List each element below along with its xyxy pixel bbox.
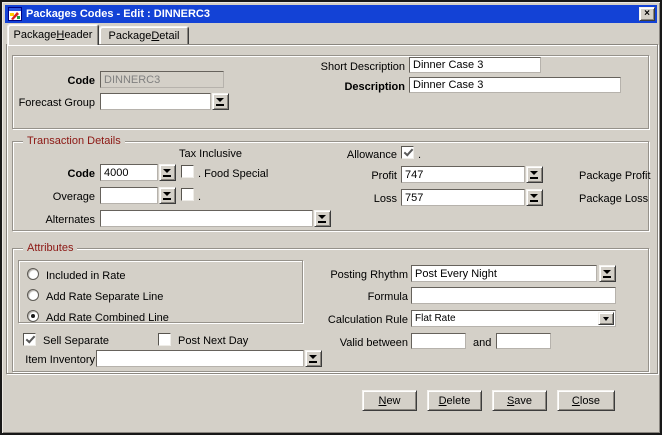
radio-add-rate-combined-line-label: Add Rate Combined Line: [46, 312, 169, 324]
transaction-code-lov-button[interactable]: [159, 164, 176, 181]
alternates-label: Alternates: [45, 214, 95, 226]
calculation-rule-dropdown[interactable]: Flat Rate: [411, 310, 616, 327]
and-label: and: [473, 337, 492, 349]
allowance-checkbox[interactable]: [401, 146, 414, 159]
post-next-day-label: Post Next Day: [178, 335, 249, 347]
tab-package-header[interactable]: Package Header: [7, 24, 99, 45]
lov-arrow-icon: [530, 193, 538, 202]
new-button[interactable]: New: [362, 390, 417, 411]
overage-checkbox-label: .: [198, 191, 202, 203]
app-icon: [8, 7, 22, 21]
profit-field[interactable]: [401, 166, 525, 183]
overage-checkbox[interactable]: [181, 188, 194, 201]
short-description-field[interactable]: [409, 57, 541, 73]
transaction-code-field[interactable]: [100, 164, 158, 181]
formula-label: Formula: [367, 291, 408, 303]
description-field[interactable]: [409, 77, 621, 93]
posting-rhythm-lov-button[interactable]: [599, 265, 616, 282]
calculation-rule-label: Calculation Rule: [327, 314, 408, 326]
title-bar[interactable]: Packages Codes - Edit : DINNERC3 ×: [5, 5, 657, 23]
lov-arrow-icon: [530, 170, 538, 179]
item-inventory-lov-button[interactable]: [305, 350, 322, 367]
posting-rhythm-label: Posting Rhythm: [330, 269, 408, 281]
profit-lov-button[interactable]: [526, 166, 543, 183]
lov-arrow-icon: [163, 168, 171, 177]
allowance-label: Allowance: [346, 149, 397, 161]
sell-separate-label: Sell Separate: [43, 335, 110, 347]
radio-add-rate-separate-line[interactable]: [27, 289, 39, 301]
formula-field[interactable]: [411, 287, 616, 304]
valid-from-field[interactable]: [411, 333, 466, 349]
radio-add-rate-separate-line-label: Add Rate Separate Line: [46, 291, 164, 303]
overage-lov-button[interactable]: [159, 187, 176, 204]
description-label: Description: [344, 81, 405, 93]
overage-label: Overage: [52, 191, 95, 203]
lov-arrow-icon: [309, 354, 317, 363]
allowance-suffix-label: .: [418, 149, 422, 161]
close-button-bottom[interactable]: Close: [557, 390, 615, 411]
forecast-group-label: Forecast Group: [18, 97, 95, 109]
loss-lov-button[interactable]: [526, 189, 543, 206]
transaction-details-title: Transaction Details: [23, 135, 125, 147]
radio-included-in-rate[interactable]: [27, 268, 39, 280]
package-header-panel: Code Forecast Group Short Description De…: [6, 44, 658, 374]
loss-caption: Package Loss: [579, 193, 649, 205]
alternates-field[interactable]: [100, 210, 313, 227]
chevron-down-icon: [603, 316, 609, 321]
lov-arrow-icon: [163, 191, 171, 200]
food-special-label: . Food Special: [198, 168, 269, 180]
lov-arrow-icon: [216, 97, 224, 106]
attributes-title: Attributes: [23, 242, 78, 254]
short-description-label: Short Description: [320, 61, 405, 73]
close-button[interactable]: ×: [639, 7, 655, 21]
radio-add-rate-combined-line[interactable]: [27, 310, 39, 322]
forecast-group-lov-button[interactable]: [212, 93, 229, 110]
post-next-day-checkbox[interactable]: [158, 333, 171, 346]
calculation-rule-value: Flat Rate: [415, 313, 456, 324]
overage-field[interactable]: [100, 187, 158, 204]
loss-field[interactable]: [401, 189, 525, 206]
valid-to-field[interactable]: [496, 333, 551, 349]
alternates-lov-button[interactable]: [314, 210, 331, 227]
posting-rhythm-field[interactable]: [411, 265, 597, 282]
item-inventory-field[interactable]: [96, 350, 304, 367]
valid-between-label: Valid between: [339, 337, 408, 349]
close-icon: ×: [644, 8, 650, 19]
transaction-code-label: Code: [67, 168, 96, 180]
sell-separate-checkbox[interactable]: [23, 333, 36, 346]
radio-included-in-rate-label: Included in Rate: [46, 270, 126, 282]
item-inventory-label: Item Inventory: [25, 354, 95, 366]
dropdown-arrow-button[interactable]: [598, 312, 614, 325]
loss-label: Loss: [373, 193, 397, 205]
profit-caption: Package Profit: [579, 170, 651, 182]
tax-inclusive-label: Tax Inclusive: [179, 148, 242, 160]
lov-arrow-icon: [603, 269, 611, 278]
save-button[interactable]: Save: [492, 390, 547, 411]
delete-button[interactable]: Delete: [427, 390, 482, 411]
food-special-checkbox[interactable]: [181, 165, 194, 178]
window-title: Packages Codes - Edit : DINNERC3: [26, 8, 210, 20]
forecast-group-field[interactable]: [100, 93, 211, 110]
tab-package-detail[interactable]: Package Detail: [99, 26, 189, 45]
packages-codes-window: Packages Codes - Edit : DINNERC3 × Packa…: [0, 0, 662, 435]
code-field[interactable]: [100, 71, 224, 88]
code-label: Code: [67, 75, 96, 87]
profit-label: Profit: [371, 170, 397, 182]
lov-arrow-icon: [318, 214, 326, 223]
